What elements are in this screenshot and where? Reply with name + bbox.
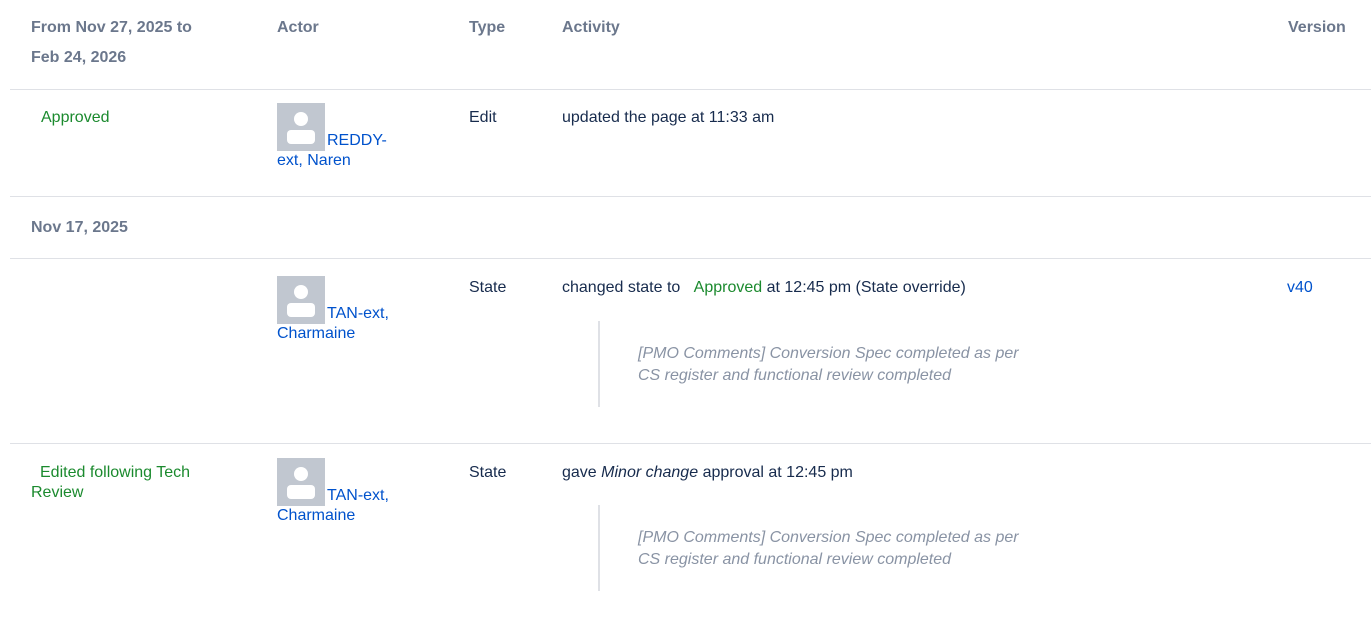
row1-actor-name-line2[interactable]: ext, Naren bbox=[277, 152, 351, 169]
column-header-activity: Activity bbox=[562, 19, 620, 36]
row3-state-line1: Edited following Tech bbox=[40, 464, 191, 481]
default-user-avatar-icon[interactable] bbox=[277, 103, 325, 151]
row2-version-link[interactable]: v40 bbox=[1287, 278, 1313, 298]
row2-actor-name-line2[interactable]: Charmaine bbox=[277, 325, 355, 342]
row3-actor[interactable]: TAN-ext, Charmaine bbox=[277, 458, 457, 526]
default-user-avatar-icon[interactable] bbox=[277, 458, 325, 506]
date-range-line1: From Nov 27, 2025 to bbox=[31, 19, 192, 36]
row3-actor-name-line1[interactable]: TAN-ext, bbox=[327, 487, 389, 504]
row2-actor[interactable]: TAN-ext, Charmaine bbox=[277, 276, 457, 344]
row3-state: Edited following Tech Review bbox=[31, 463, 251, 503]
row1-type: Edit bbox=[469, 109, 497, 126]
row3-comment-text: [PMO Comments] Conversion Spec completed… bbox=[638, 505, 1158, 571]
row1-activity: updated the page at 11:33 am bbox=[562, 109, 775, 126]
row3-comment-line2: CS register and functional review comple… bbox=[638, 551, 952, 568]
row2-comment-text: [PMO Comments] Conversion Spec completed… bbox=[638, 321, 1158, 387]
column-header-version: Version bbox=[1288, 19, 1346, 36]
row3-actor-name-line2[interactable]: Charmaine bbox=[277, 507, 355, 524]
row3-activity-suffix: approval at 12:45 pm bbox=[702, 464, 853, 481]
date-range-line2: Feb 24, 2026 bbox=[31, 49, 127, 66]
row3-type: State bbox=[469, 464, 507, 481]
row1-state-approved: Approved bbox=[41, 109, 110, 126]
header-divider bbox=[10, 89, 1371, 90]
history-table: From Nov 27, 2025 to Feb 24, 2026 Actor … bbox=[0, 0, 1371, 618]
row2-activity: changed state to Approved at 12:45 pm (S… bbox=[562, 278, 966, 298]
column-header-date-range: From Nov 27, 2025 to Feb 24, 2026 bbox=[31, 13, 251, 73]
date-group-nov-17: Nov 17, 2025 bbox=[31, 219, 128, 236]
row2-comment-line2: CS register and functional review comple… bbox=[638, 367, 952, 384]
row3-state-line2: Review bbox=[31, 484, 84, 501]
column-header-type: Type bbox=[469, 19, 506, 36]
row2-activity-state: Approved bbox=[693, 279, 763, 296]
row2-type: State bbox=[469, 279, 507, 296]
row2-actor-name-line1[interactable]: TAN-ext, bbox=[327, 305, 389, 322]
row3-activity-emph: Minor change bbox=[601, 464, 699, 481]
row3-comment-quote: [PMO Comments] Conversion Spec completed… bbox=[598, 505, 1158, 591]
row2-divider bbox=[10, 443, 1371, 444]
row3-activity-prefix: gave bbox=[562, 464, 597, 481]
row3-comment-line1: [PMO Comments] Conversion Spec completed… bbox=[638, 529, 1019, 546]
row1-divider bbox=[10, 196, 1371, 197]
row2-comment-line1: [PMO Comments] Conversion Spec completed… bbox=[638, 345, 1019, 362]
column-header-actor: Actor bbox=[277, 19, 319, 36]
default-user-avatar-icon[interactable] bbox=[277, 276, 325, 324]
row2-activity-prefix: changed state to bbox=[562, 279, 681, 296]
row1-actor[interactable]: REDDY- ext, Naren bbox=[277, 103, 457, 171]
row2-activity-suffix: at 12:45 pm (State override) bbox=[766, 279, 966, 296]
row1-actor-name-line1[interactable]: REDDY- bbox=[327, 132, 387, 149]
date-group-divider bbox=[10, 258, 1371, 259]
row3-activity: gave Minor change approval at 12:45 pm bbox=[562, 463, 853, 483]
row2-comment-quote: [PMO Comments] Conversion Spec completed… bbox=[598, 321, 1158, 407]
